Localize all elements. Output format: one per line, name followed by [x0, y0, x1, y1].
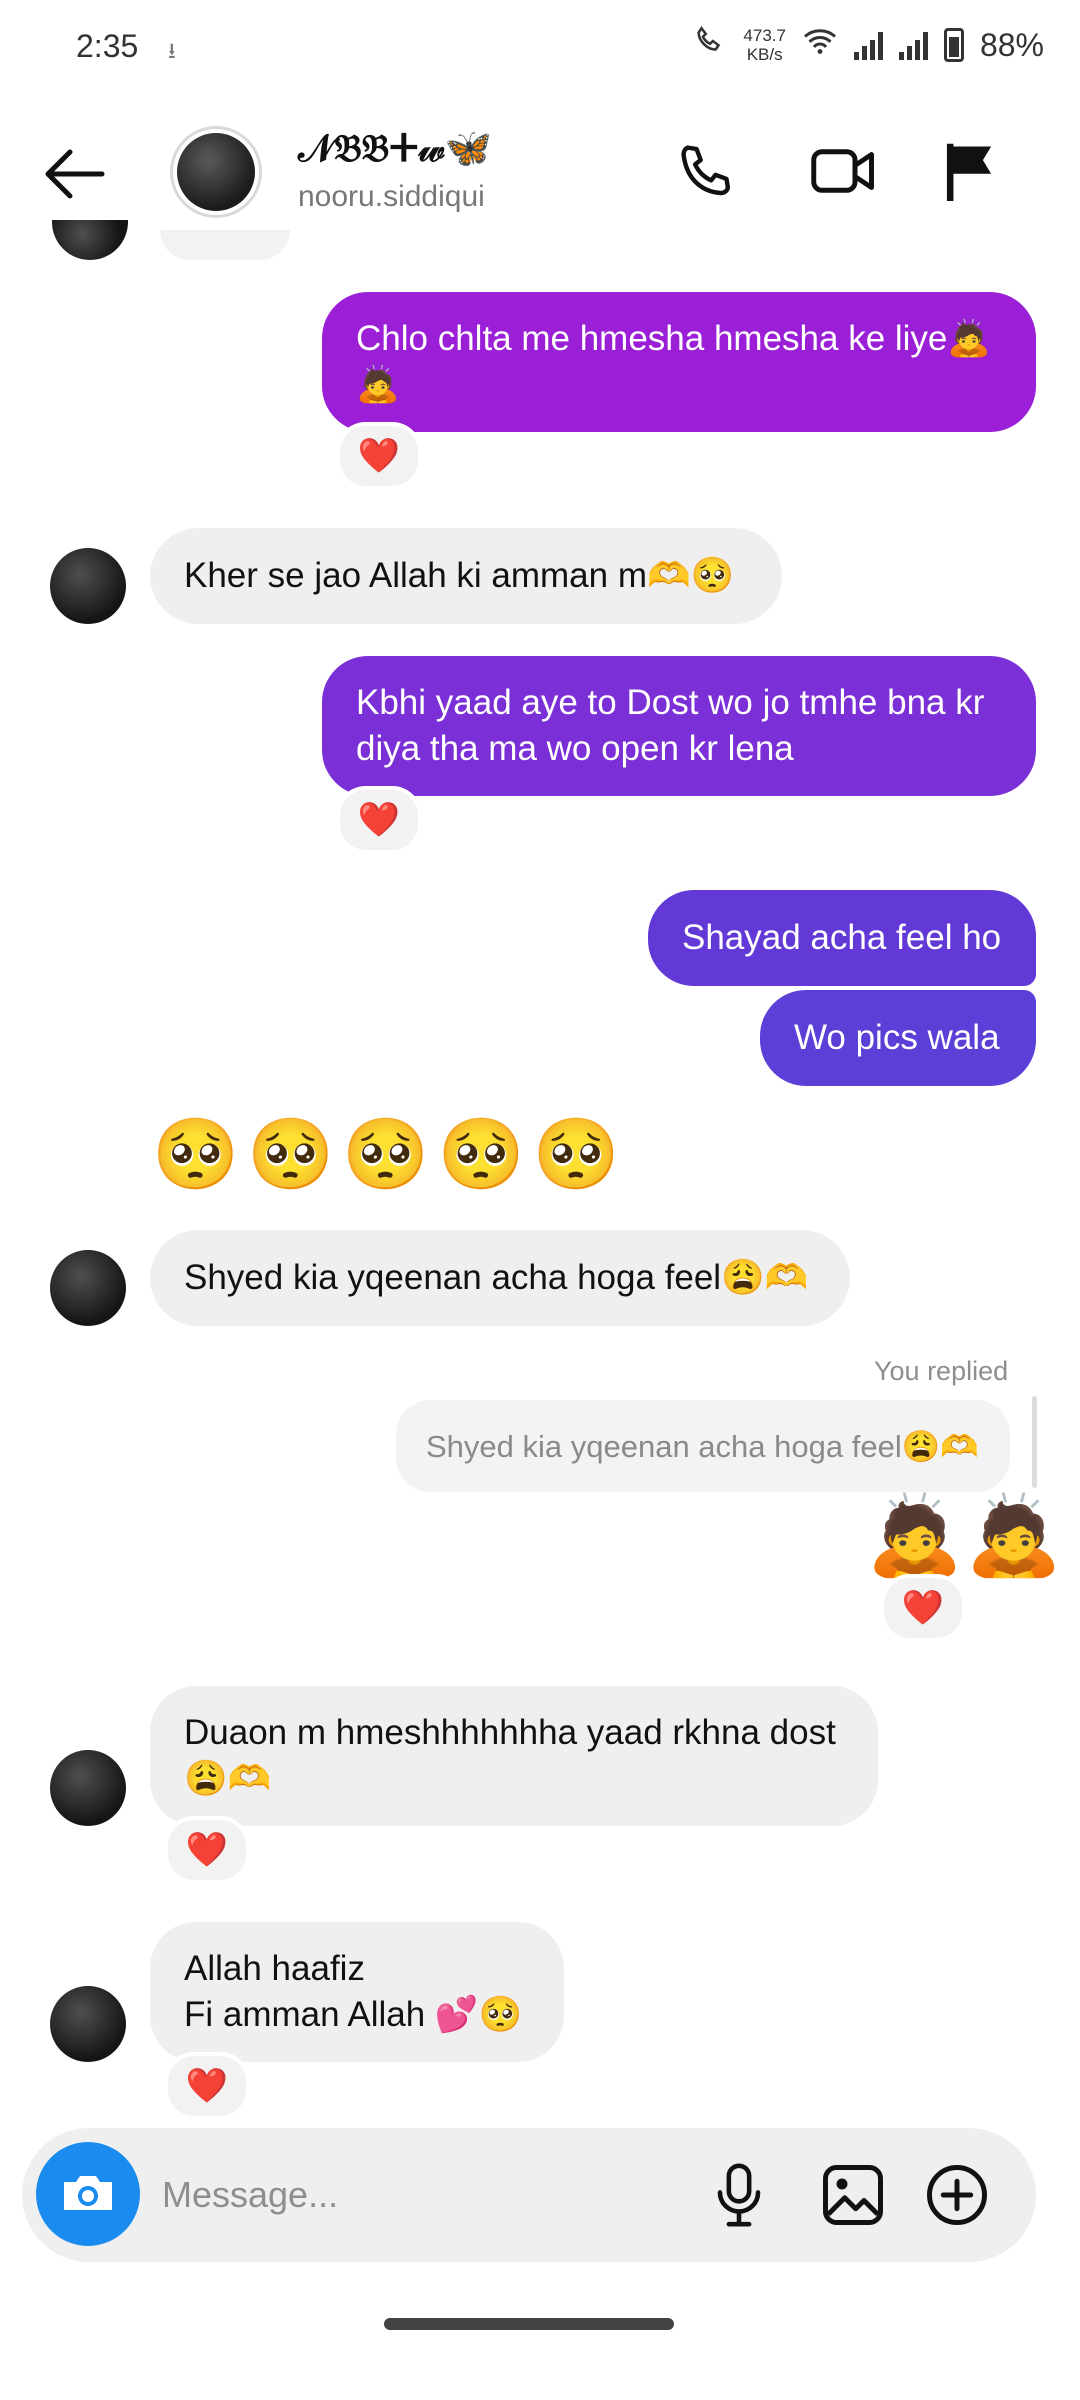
home-indicator[interactable] [384, 2318, 674, 2330]
message-input[interactable]: Message... [162, 2174, 338, 2216]
contact-display-name[interactable]: 𝒩𝔅𝔅ⵜ𝓌🦋 [298, 126, 492, 171]
battery-percent: 88% [979, 26, 1044, 63]
call-status-icon [693, 24, 727, 66]
voice-call-icon[interactable] [674, 138, 740, 209]
signal-icon-1 [853, 30, 883, 60]
microphone-icon[interactable] [712, 2162, 766, 2233]
back-arrow-icon[interactable] [40, 144, 110, 209]
emoji-message[interactable]: 🙇🙇 [866, 1490, 1064, 1582]
quoted-message[interactable]: Shyed kia yqeenan acha hoga feel😩🫶 [396, 1400, 1010, 1492]
battery-icon [943, 28, 964, 62]
outgoing-message-bubble[interactable]: Kbhi yaad aye to Dost wo jo tmhe bna kr … [322, 656, 1036, 796]
outgoing-message-bubble[interactable]: Chlo chlta me hmesha hmesha ke liye🙇 🙇 [322, 292, 1036, 432]
sender-avatar[interactable] [50, 1750, 126, 1826]
camera-button[interactable] [36, 2142, 140, 2246]
signal-icon-2 [898, 30, 928, 60]
emoji-message[interactable]: 🥺🥺🥺🥺🥺 [152, 1114, 628, 1196]
profile-avatar[interactable] [170, 126, 262, 218]
message-composer: Message... [22, 2128, 1036, 2262]
outgoing-message-bubble[interactable]: Shayad acha feel ho [648, 890, 1036, 986]
contact-username[interactable]: nooru.siddiqui [298, 180, 485, 214]
add-plus-icon[interactable] [924, 2162, 990, 2233]
incoming-message-bubble[interactable]: Kher se jao Allah ki amman m🫶🥺 [150, 528, 782, 624]
camera-icon [58, 2167, 118, 2222]
heart-reaction[interactable]: ❤️ [164, 2052, 250, 2120]
sender-avatar[interactable] [50, 1986, 126, 2062]
reply-label: You replied [874, 1356, 1009, 1386]
outgoing-message-bubble[interactable]: Wo pics wala [760, 990, 1036, 1086]
incoming-message-bubble[interactable]: Allah haafiz Fi amman Allah 💕🥺 [150, 1922, 564, 2062]
report-flag-icon[interactable] [942, 138, 1002, 209]
download-icon: ⭳ [168, 38, 176, 63]
heart-reaction[interactable]: ❤️ [164, 1816, 250, 1884]
sender-avatar[interactable] [50, 548, 126, 624]
network-speed: 473.7 KB/s [743, 26, 786, 64]
wifi-icon [802, 26, 838, 64]
sender-avatar [52, 220, 128, 260]
sender-avatar[interactable] [50, 1250, 126, 1326]
chat-header: 𝒩𝔅𝔅ⵜ𝓌🦋 nooru.siddiqui [0, 96, 1080, 246]
incoming-message-bubble[interactable]: Duaon m hmeshhhhhhha yaad rkhna dost 😩🫶 [150, 1686, 878, 1826]
partial-message-bubble [160, 230, 290, 260]
reply-indicator-bar [1032, 1396, 1037, 1488]
status-time: 2:35 [76, 28, 139, 64]
heart-reaction[interactable]: ❤️ [880, 1574, 966, 1642]
heart-reaction[interactable]: ❤️ [336, 786, 422, 854]
heart-reaction[interactable]: ❤️ [336, 422, 422, 490]
incoming-message-bubble[interactable]: Shyed kia yqeenan acha hoga feel😩🫶 [150, 1230, 850, 1326]
status-right: 473.7 KB/s 88% [693, 24, 1044, 66]
video-call-icon[interactable] [808, 138, 880, 209]
gallery-icon[interactable] [820, 2162, 886, 2233]
status-bar: 2:35 ⭳ 473.7 KB/s 88% [0, 0, 1080, 96]
